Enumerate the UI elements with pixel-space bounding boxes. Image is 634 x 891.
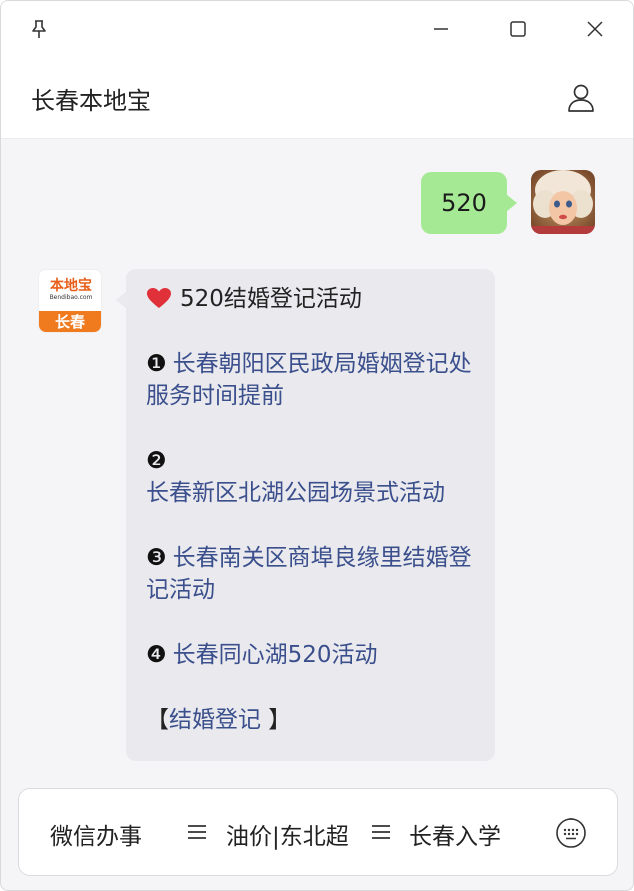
activity-link-3[interactable]: 长春南关区商埠良缘里结婚登记活动 [146, 545, 472, 603]
menu-lines-icon [372, 825, 390, 839]
menu-wechat-services[interactable]: 微信办事 [50, 817, 142, 851]
keyboard-icon[interactable] [554, 816, 588, 850]
bot-message-bubble: 520结婚登记活动 ❶ 长春朝阳区民政局婚姻登记处服务时间提前 ❷ 长春新区北湖公… [116, 269, 495, 761]
user-profile-icon[interactable] [564, 81, 598, 115]
user-avatar[interactable] [531, 170, 595, 234]
number-badge: ❶ [146, 351, 167, 377]
menu-lines-icon [188, 825, 206, 839]
list-item: ❶ 长春朝阳区民政局婚姻登记处服务时间提前 [146, 348, 477, 412]
heart-icon [147, 288, 171, 308]
bot-avatar[interactable]: 本地宝 Bendibao.com 长春 [38, 269, 102, 333]
list-item: ❷ [146, 445, 477, 477]
footer-tag: 【结婚登记 】 [146, 704, 477, 736]
activity-link-4[interactable]: 长春同心湖520活动 [173, 642, 378, 668]
chat-window: 长春本地宝 520 本地宝 Bendibao.com 长春 520结婚登记活动 … [0, 0, 634, 891]
title-bar [1, 1, 633, 59]
logo-city: 长春 [39, 311, 101, 332]
message-title-line: 520结婚登记活动 [146, 283, 477, 315]
page-title: 长春本地宝 [31, 87, 151, 115]
user-message-bubble: 520 [421, 172, 517, 234]
close-icon[interactable] [579, 13, 611, 45]
logo-subtext: Bendibao.com [49, 294, 93, 301]
number-badge: ❷ [146, 448, 167, 474]
activity-link-1[interactable]: 长春朝阳区民政局婚姻登记处服务时间提前 [146, 351, 472, 409]
message-list: 520 本地宝 Bendibao.com 长春 520结婚登记活动 ❶ 长春朝阳… [1, 140, 633, 780]
message-title: 520结婚登记活动 [180, 286, 362, 312]
pin-icon[interactable] [23, 13, 55, 45]
minimize-icon[interactable] [425, 13, 457, 45]
bracket-close: 】 [261, 707, 292, 733]
chat-header: 长春本地宝 [1, 59, 633, 139]
activity-link-2[interactable]: 长春新区北湖公园场景式活动 [146, 480, 445, 506]
logo-text: 本地宝 [50, 278, 92, 294]
list-item: ❹ 长春同心湖520活动 [146, 639, 477, 671]
bracket-open: 【 [146, 707, 169, 733]
user-message-text: 520 [441, 189, 487, 217]
bottom-menu-bar: 微信办事 油价|东北超 长春入学 [18, 788, 618, 876]
list-item: ❸ 长春南关区商埠良缘里结婚登记活动 [146, 542, 477, 606]
menu-school-enrollment[interactable]: 长春入学 [409, 817, 501, 851]
number-badge: ❸ [146, 545, 167, 571]
maximize-icon[interactable] [502, 13, 534, 45]
menu-oil-price[interactable]: 油价|东北超 [226, 817, 349, 851]
number-badge: ❹ [146, 642, 167, 668]
marriage-registration-link[interactable]: 结婚登记 [169, 707, 261, 733]
